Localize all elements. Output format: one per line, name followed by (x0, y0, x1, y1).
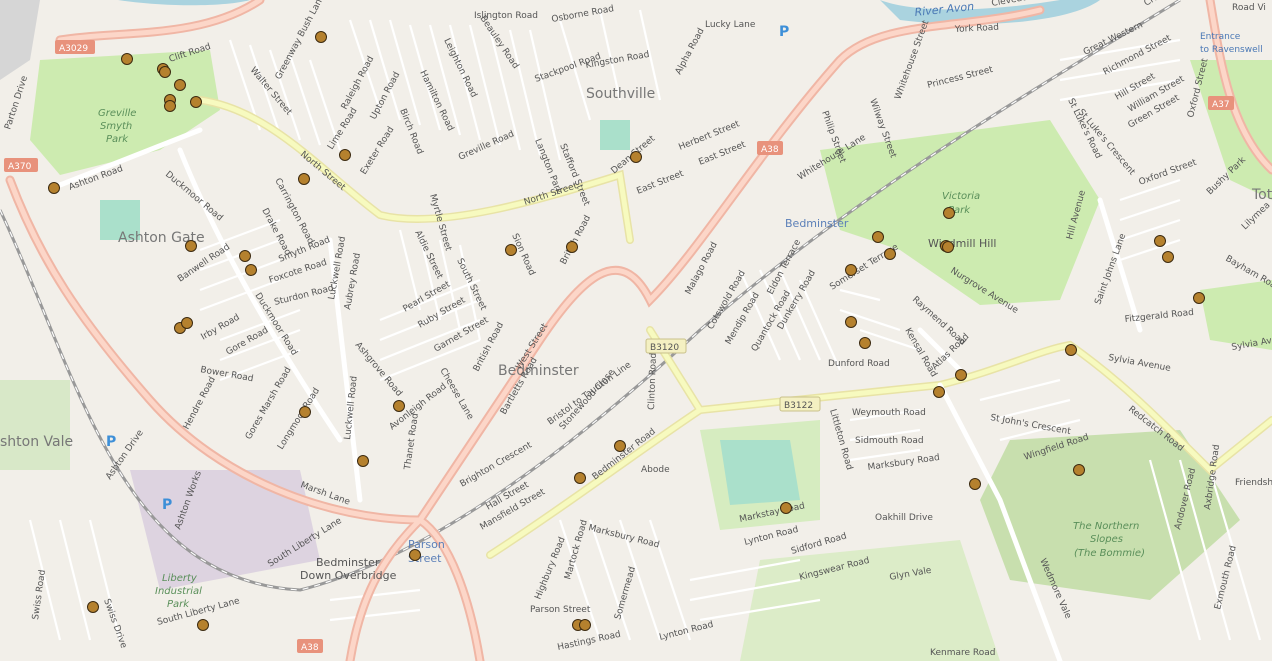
shield-b3122: B3122 (779, 396, 821, 412)
location-marker[interactable] (884, 248, 896, 260)
location-marker[interactable] (87, 601, 99, 613)
parking-icon: P (162, 497, 172, 513)
shield-a3029: A3029 (55, 40, 95, 54)
location-marker[interactable] (1065, 344, 1077, 356)
location-marker[interactable] (239, 250, 251, 262)
location-marker[interactable] (393, 400, 405, 412)
location-marker[interactable] (845, 264, 857, 276)
location-marker[interactable] (1154, 235, 1166, 247)
location-marker[interactable] (859, 337, 871, 349)
label-abode: Abode (641, 465, 670, 475)
label-entrance-2: to Ravenswell (1200, 45, 1263, 55)
label-bommie-2: Slopes (1090, 534, 1123, 545)
svg-text:B3122: B3122 (784, 401, 813, 411)
shield-a370: A370 (4, 158, 38, 172)
map-canvas[interactable]: Southville Ashton Gate Bedminster Bedmin… (0, 0, 1272, 661)
shield-b3120: B3120 (645, 338, 687, 354)
location-marker[interactable] (339, 149, 351, 161)
street-label-oakhill-drive: Oakhill Drive (875, 513, 933, 523)
label-greville-3: Park (106, 134, 129, 145)
label-bedminster-down-2: Down Overbridge (300, 569, 397, 582)
location-marker[interactable] (505, 244, 517, 256)
label-entrance-1: Entrance (1200, 32, 1241, 42)
street-label-parson-street: Parson Street (530, 605, 591, 615)
svg-text:A370: A370 (8, 162, 32, 172)
shield-a37: A37 (1208, 96, 1234, 110)
location-marker[interactable] (872, 231, 884, 243)
location-marker[interactable] (185, 240, 197, 252)
street-label-sidmouth-road: Sidmouth Road (855, 436, 924, 446)
location-marker[interactable] (574, 472, 586, 484)
label-bedminster: Bedminster (498, 363, 579, 379)
label-bommie-3: (The Bommie) (1074, 548, 1145, 559)
svg-text:A3029: A3029 (59, 44, 88, 54)
location-marker[interactable] (315, 31, 327, 43)
label-greville-2: Smyth (100, 121, 132, 132)
ashton-vale-green (0, 380, 70, 470)
pitch-area (720, 440, 800, 505)
south-green (740, 540, 1000, 661)
location-marker[interactable] (969, 478, 981, 490)
label-bedminster-station: Bedminster (785, 217, 849, 230)
street-label-lucky-lane: Lucky Lane (705, 20, 756, 30)
label-road-vi: Road Vi (1232, 3, 1266, 13)
svg-text:A37: A37 (1212, 100, 1230, 110)
location-marker[interactable] (298, 173, 310, 185)
label-bedminster-down-1: Bedminster (316, 556, 380, 569)
location-marker[interactable] (933, 386, 945, 398)
label-southville: Southville (586, 86, 655, 102)
street-label-weymouth-road: Weymouth Road (852, 408, 926, 418)
label-parson-street-1: Parson (408, 538, 445, 551)
svg-text:B3120: B3120 (650, 343, 679, 353)
location-marker[interactable] (357, 455, 369, 467)
location-marker[interactable] (614, 440, 626, 452)
location-marker[interactable] (409, 549, 421, 561)
label-liberty-3: Park (167, 599, 190, 610)
shield-a38-north: A38 (757, 141, 783, 155)
label-victoria-1: Victoria (942, 191, 980, 202)
street-label-friendship: Friendship (1235, 478, 1272, 488)
location-marker[interactable] (197, 619, 209, 631)
parking-icon: P (106, 434, 116, 450)
location-marker[interactable] (942, 241, 954, 253)
location-marker[interactable] (955, 369, 967, 381)
label-liberty-1: Liberty (162, 573, 198, 584)
location-marker[interactable] (1162, 251, 1174, 263)
shield-a38-south: A38 (297, 639, 323, 653)
location-marker[interactable] (299, 406, 311, 418)
location-marker[interactable] (630, 151, 642, 163)
svg-text:A38: A38 (301, 643, 319, 653)
location-marker[interactable] (780, 502, 792, 514)
label-bommie-1: The Northern (1073, 521, 1139, 532)
location-marker[interactable] (566, 241, 578, 253)
location-marker[interactable] (48, 182, 60, 194)
location-marker[interactable] (159, 66, 171, 78)
svg-text:A38: A38 (761, 145, 779, 155)
street-label-kenmare-road: Kenmare Road (930, 648, 995, 658)
location-marker[interactable] (1073, 464, 1085, 476)
location-marker[interactable] (121, 53, 133, 65)
southville-pitch (600, 120, 630, 150)
location-marker[interactable] (943, 207, 955, 219)
location-marker[interactable] (190, 96, 202, 108)
label-windmill-hill: Windmill Hill (928, 237, 996, 250)
location-marker[interactable] (245, 264, 257, 276)
label-liberty-2: Industrial (155, 586, 202, 597)
street-label-clinton-road: Clinton Road (647, 353, 659, 411)
parking-icon: P (779, 24, 789, 40)
location-marker[interactable] (1193, 292, 1205, 304)
map-svg[interactable]: Southville Ashton Gate Bedminster Bedmin… (0, 0, 1272, 661)
location-marker[interactable] (174, 79, 186, 91)
location-marker[interactable] (181, 317, 193, 329)
label-tot: Tot (1251, 187, 1272, 203)
label-greville-1: Greville (98, 108, 136, 119)
location-marker[interactable] (164, 100, 176, 112)
location-marker[interactable] (579, 619, 591, 631)
location-marker[interactable] (845, 316, 857, 328)
street-label-dunford-road: Dunford Road (828, 359, 890, 369)
label-ashton-vale: shton Vale (0, 434, 73, 450)
